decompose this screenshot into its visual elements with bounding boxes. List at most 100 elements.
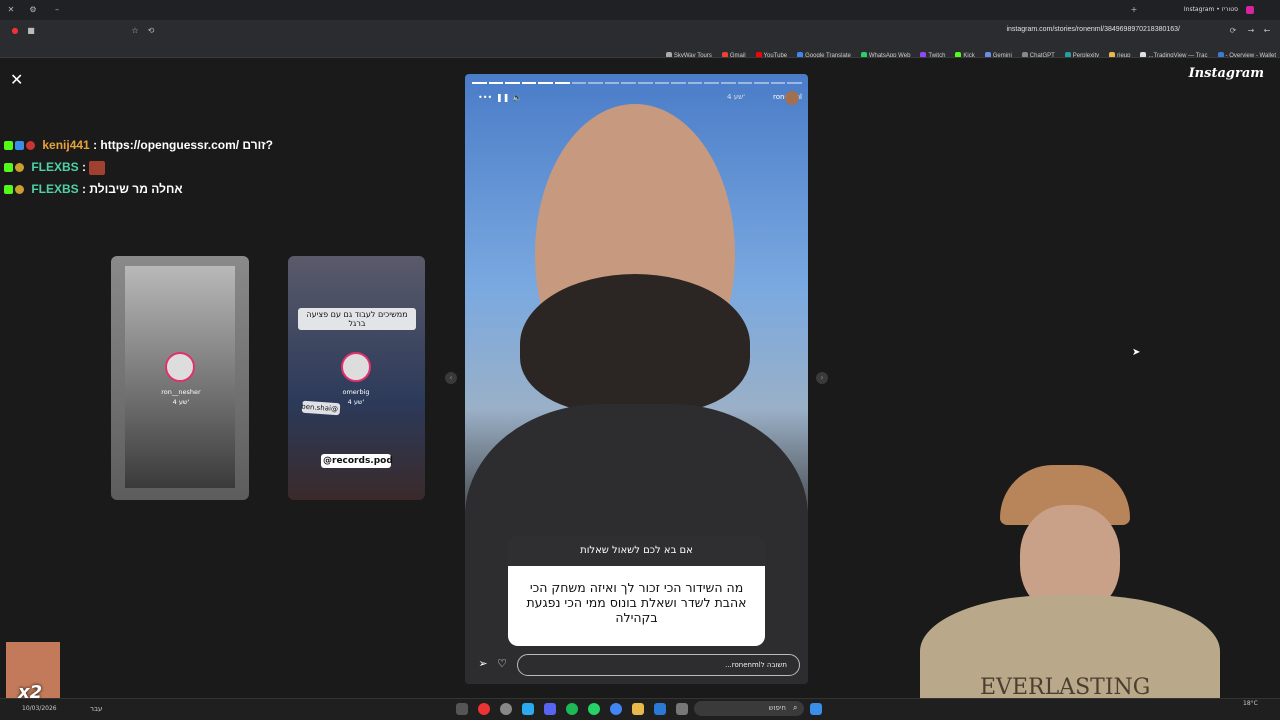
- task-view-icon[interactable]: [676, 703, 688, 715]
- extension-icon[interactable]: ●: [10, 26, 20, 36]
- discord-icon[interactable]: [544, 703, 556, 715]
- bookmark-item[interactable]: Google Translate: [795, 48, 851, 57]
- forward-icon[interactable]: →: [1246, 26, 1256, 36]
- progress-segment: [637, 82, 653, 84]
- progress-segment: [720, 82, 736, 84]
- extension-icon[interactable]: ■: [26, 26, 36, 36]
- volume-icon[interactable]: 🔈: [512, 93, 522, 103]
- preview-username: ron__nesher: [161, 388, 201, 396]
- progress-segment: [488, 82, 504, 84]
- previous-story-icon[interactable]: ‹: [445, 372, 457, 384]
- shield-badge-icon: [15, 163, 24, 173]
- new-tab-icon[interactable]: +: [1129, 5, 1139, 15]
- bookmark-item[interactable]: Gmail: [720, 48, 746, 57]
- story-time: 4 שע': [727, 93, 745, 101]
- taskbar-search[interactable]: חיפוש: [694, 701, 804, 716]
- url-field[interactable]: instagram.com/stories/ronenml/3849698970…: [1006, 26, 1180, 33]
- progress-segment: [787, 82, 802, 84]
- bookmark-item[interactable]: Overview - Wallet -: [1216, 48, 1276, 57]
- pause-icon[interactable]: ❚❚: [496, 93, 509, 103]
- verified-badge-icon: [15, 141, 24, 151]
- windows-start-icon[interactable]: [810, 703, 822, 715]
- app-icon[interactable]: [478, 703, 490, 715]
- app-icon[interactable]: [654, 703, 666, 715]
- steam-icon[interactable]: [500, 703, 512, 715]
- instagram-logo[interactable]: Instagram: [1189, 66, 1264, 81]
- bookmark-item[interactable]: YouTube: [754, 48, 787, 57]
- site-info-icon[interactable]: ⟲: [146, 26, 156, 36]
- progress-segment: [571, 82, 587, 84]
- spotify-icon[interactable]: [566, 703, 578, 715]
- avatar: [341, 352, 371, 382]
- bookmark-star-icon[interactable]: ☆: [130, 26, 140, 36]
- bookmark-item[interactable]: Gemini: [983, 48, 1012, 57]
- tab-title[interactable]: Instagram • סטוריז: [1184, 6, 1238, 13]
- tab-settings-icon[interactable]: ⚙: [28, 5, 38, 15]
- back-icon[interactable]: ←: [1262, 26, 1272, 36]
- progress-segment: [754, 82, 769, 84]
- bookmark-item[interactable]: WhatsApp Web: [859, 48, 910, 57]
- like-heart-icon[interactable]: ♡: [497, 658, 507, 669]
- emote-icon: [89, 160, 106, 175]
- webcam-overlay: EVERLASTING: [880, 465, 1220, 720]
- telegram-icon[interactable]: [522, 703, 534, 715]
- share-icon[interactable]: ➢: [478, 658, 488, 669]
- mention-tag: @records.pod: [321, 454, 393, 468]
- more-options-icon[interactable]: •••: [478, 93, 492, 103]
- weather-widget[interactable]: 18°C: [1243, 700, 1258, 707]
- tab-close-icon[interactable]: ✕: [6, 5, 16, 15]
- bookmarks-bar: Overview - Wallet - TradingView — Trac...…: [0, 42, 1280, 58]
- preview-time: 4 שע': [172, 398, 190, 406]
- reply-input[interactable]: תשובה לronenml...: [517, 654, 800, 676]
- bookmark-item[interactable]: Kick: [953, 48, 975, 57]
- bookmark-item[interactable]: rieup: [1107, 48, 1130, 57]
- progress-segment: [554, 82, 570, 84]
- progress-segment: [588, 82, 603, 84]
- search-icon: ⌕: [793, 703, 798, 712]
- bookmark-item[interactable]: ChatGPT: [1020, 48, 1055, 57]
- preview-username: omerbig: [342, 388, 370, 396]
- chat-message: kenij441 : https://openguessr.com/ זורם?: [4, 138, 273, 152]
- browser-titlebar: ✕ ⚙ – + Instagram • סטוריז: [0, 0, 1280, 20]
- question-title: אם בא לכם לשאול שאלות: [508, 536, 765, 566]
- avatar: [165, 352, 195, 382]
- avatar[interactable]: [785, 91, 799, 105]
- bookmark-item[interactable]: TradingView — Trac...: [1138, 48, 1208, 57]
- app-icon[interactable]: [456, 703, 468, 715]
- story-preview[interactable]: ron__nesher 4 שע': [111, 256, 249, 500]
- progress-segment: [521, 82, 537, 84]
- chat-message: FLEXBS : אחלה מר שיבולת: [4, 182, 183, 196]
- progress-segment: [737, 82, 753, 84]
- beard-image: [520, 274, 750, 414]
- sweater-text: EVERLASTING: [980, 675, 1151, 700]
- chat-username: kenij441: [42, 138, 90, 152]
- kick-badge-icon: [4, 185, 13, 195]
- preview-caption: ממשיכים לעבוד גם עם פציעה ברגל: [298, 308, 416, 330]
- chat-text: :: [82, 160, 87, 174]
- chat-message: FLEXBS :: [4, 160, 107, 175]
- mention-tag: @ben.shai: [301, 400, 341, 416]
- bookmark-item[interactable]: Twitch: [918, 48, 945, 57]
- reload-icon[interactable]: ⟳: [1228, 26, 1238, 36]
- kick-badge-icon: [4, 163, 13, 173]
- file-explorer-icon[interactable]: [632, 703, 644, 715]
- shield-badge-icon: [15, 185, 24, 195]
- progress-segment: [538, 82, 553, 84]
- progress-segment: [604, 82, 620, 84]
- bookmark-item[interactable]: SkyWay Tours: [664, 48, 712, 57]
- language-indicator[interactable]: עבר: [90, 705, 102, 713]
- progress-segment: [654, 82, 670, 84]
- whatsapp-icon[interactable]: [588, 703, 600, 715]
- close-icon[interactable]: ✕: [10, 70, 23, 89]
- kick-badge-icon: [4, 141, 13, 151]
- story-preview[interactable]: ממשיכים לעבוד גם עם פציעה ברגל omerbig 4…: [288, 256, 425, 500]
- progress-segment: [621, 82, 636, 84]
- question-sticker: אם בא לכם לשאול שאלות מה השידור הכי זכור…: [508, 536, 765, 646]
- chat-username: FLEXBS: [31, 160, 79, 174]
- minimize-icon[interactable]: –: [52, 5, 62, 15]
- bookmark-item[interactable]: Perplexity: [1063, 48, 1099, 57]
- chrome-icon[interactable]: [610, 703, 622, 715]
- instagram-favicon-icon: [1246, 6, 1254, 14]
- next-story-icon[interactable]: ›: [816, 372, 828, 384]
- taskbar-date: 10/03/2026: [22, 705, 57, 712]
